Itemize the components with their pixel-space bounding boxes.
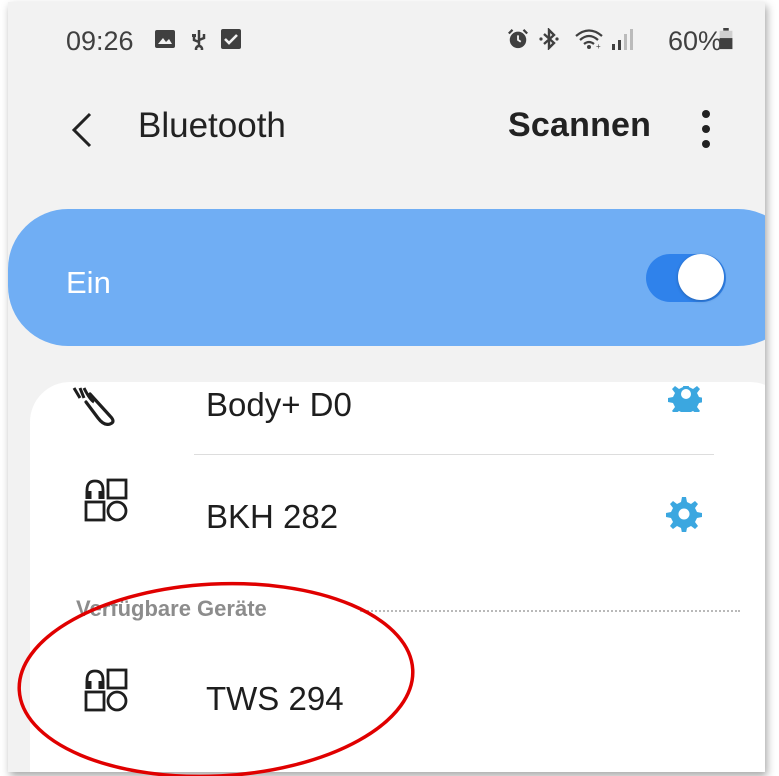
battery-icon — [719, 28, 733, 50]
toggle-knob[interactable] — [678, 254, 724, 300]
screenshot-frame: 09:26 + 60% Bluetooth Scannen Ein Body+ … — [0, 0, 779, 776]
usb-icon — [192, 30, 206, 50]
alarm-icon — [508, 29, 528, 49]
status-bar: 09:26 + 60% — [8, 2, 765, 82]
scale-wave-icon — [72, 387, 115, 426]
headset-shapes-icon — [84, 478, 128, 522]
device-name: Body+ D0 — [206, 386, 352, 423]
scan-button[interactable]: Scannen — [508, 106, 651, 145]
available-device-row[interactable]: TWS 294 — [8, 666, 765, 736]
check-box-icon — [221, 29, 241, 49]
device-name: BKH 282 — [206, 498, 339, 535]
paired-device-row[interactable]: Body+ D0 — [8, 382, 765, 452]
device-name: TWS 294 — [206, 680, 344, 717]
headset-shapes-icon — [84, 668, 128, 712]
list-divider — [194, 454, 714, 455]
wifi-icon: + — [575, 29, 603, 50]
bluetooth-icon — [539, 28, 559, 50]
page-title: Bluetooth — [138, 106, 286, 145]
section-divider — [360, 610, 740, 612]
signal-icon — [612, 29, 633, 50]
bluetooth-toggle-label: Ein — [66, 265, 111, 300]
svg-text:+: + — [596, 42, 601, 50]
image-icon — [155, 30, 175, 48]
phone-screen: 09:26 + 60% Bluetooth Scannen Ein Body+ … — [8, 2, 765, 772]
gear-icon[interactable] — [666, 386, 702, 412]
status-time: 09:26 — [66, 26, 134, 56]
battery-percent: 60% — [668, 26, 723, 56]
gear-icon[interactable] — [666, 496, 702, 532]
more-vert-icon[interactable] — [700, 108, 712, 150]
available-devices-header: Verfügbare Geräte — [76, 596, 267, 621]
back-chevron-icon[interactable] — [70, 110, 94, 150]
paired-device-row[interactable]: BKH 282 — [8, 478, 765, 558]
